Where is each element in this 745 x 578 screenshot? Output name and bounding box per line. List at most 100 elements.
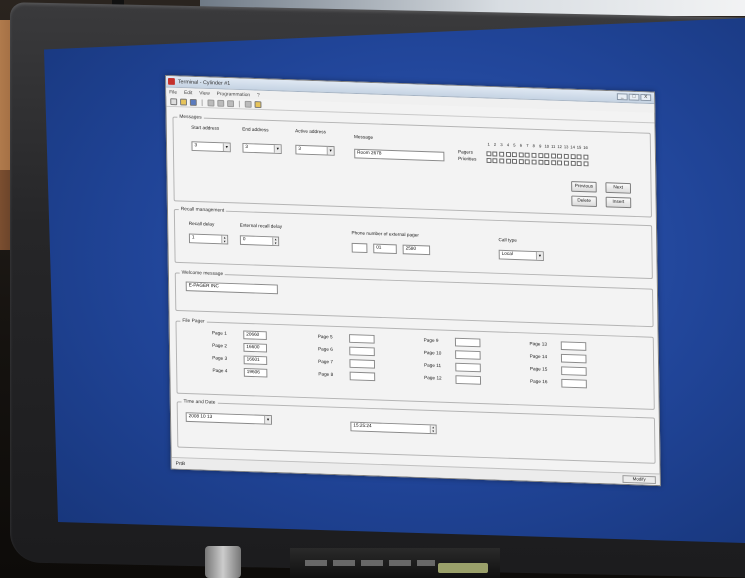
pager-checkbox[interactable] (524, 152, 530, 158)
minimize-button[interactable]: _ (616, 93, 628, 101)
menu-programmation[interactable]: Programmation (217, 91, 251, 98)
pager-checkbox[interactable] (531, 152, 537, 158)
chevron-down-icon[interactable]: ▼ (326, 146, 334, 155)
pager-checkbox[interactable] (563, 153, 569, 159)
cut-icon[interactable] (207, 99, 215, 107)
chevron-down-icon[interactable]: ▼ (222, 143, 230, 152)
recall-delay-input[interactable]: 1 ▲ ▼ (188, 233, 229, 245)
phone-part-1-input[interactable] (351, 242, 368, 254)
page-input[interactable]: 19606 (243, 368, 268, 378)
page-input[interactable] (455, 362, 481, 373)
pager-checkbox[interactable] (550, 153, 556, 159)
page-label: Page 11 (423, 363, 442, 369)
priority-checkbox[interactable] (550, 160, 556, 166)
page-label: Page 5 (317, 334, 333, 341)
page-input[interactable]: 16600 (243, 343, 268, 353)
spinner-icon[interactable]: ▲ ▼ (272, 237, 279, 246)
date-select[interactable]: 2008 10 13 ▼ (185, 412, 273, 425)
chevron-down-icon[interactable]: ▼ (273, 145, 281, 153)
chevron-down-icon[interactable]: ▼ (264, 415, 272, 424)
menu-edit[interactable]: Edit (184, 90, 193, 96)
insert-button[interactable]: Insert (605, 196, 632, 209)
menu-view[interactable]: View (199, 90, 210, 96)
start-address-select[interactable]: 3 ▼ (191, 141, 231, 153)
end-address-value: 3 (245, 145, 249, 150)
page-input[interactable] (560, 353, 587, 364)
print-icon[interactable] (244, 100, 252, 108)
page-input[interactable] (349, 346, 375, 357)
end-address-select[interactable]: 3 ▼ (242, 143, 282, 154)
maximize-button[interactable]: □ (628, 93, 640, 101)
paste-icon[interactable] (227, 99, 235, 107)
call-type-select[interactable]: Local ▼ (498, 249, 544, 261)
message-input[interactable]: Room 2678 (354, 148, 445, 162)
priority-checkbox[interactable] (518, 159, 524, 165)
welcome-message-input[interactable]: E-PAGER INC (185, 281, 278, 295)
new-icon[interactable] (170, 97, 178, 105)
priority-checkbox[interactable] (499, 158, 505, 164)
menu-help[interactable]: ? (257, 92, 260, 98)
priority-checkbox[interactable] (531, 159, 537, 165)
copy-icon[interactable] (217, 99, 225, 107)
spinner-icon[interactable]: ▲ ▼ (221, 235, 228, 244)
priority-checkbox[interactable] (583, 161, 589, 167)
pager-checkbox[interactable] (583, 154, 589, 160)
external-recall-delay-input[interactable]: 0 ▲ ▼ (239, 235, 280, 247)
priority-checkbox[interactable] (505, 158, 511, 164)
page-label: Page 15 (529, 367, 548, 373)
next-button[interactable]: Next (605, 182, 632, 194)
priority-checkbox[interactable] (557, 160, 563, 166)
pager-checkbox[interactable] (486, 151, 492, 157)
pager-checkbox[interactable] (576, 154, 582, 160)
page-input[interactable] (454, 337, 481, 348)
toolbar-separator (238, 100, 240, 107)
page-input[interactable]: 16601 (243, 355, 268, 366)
priority-checkbox[interactable] (525, 159, 531, 165)
priority-checkbox[interactable] (492, 158, 498, 164)
spinner-icon[interactable]: ▲ ▼ (429, 425, 436, 434)
page-input[interactable] (561, 378, 587, 389)
delete-button[interactable]: Delete (571, 195, 597, 207)
pager-checkbox[interactable] (518, 152, 524, 158)
priority-checkbox[interactable] (544, 160, 550, 165)
chevron-down-icon[interactable]: ▼ (535, 252, 543, 260)
recall-delay-value: 1 (191, 235, 195, 241)
priority-checkbox[interactable] (486, 158, 492, 164)
page-input[interactable]: 20660 (243, 330, 267, 340)
pager-checkbox[interactable] (570, 154, 576, 160)
page-input[interactable] (455, 375, 482, 385)
save-icon[interactable] (189, 98, 197, 106)
message-label: Message (353, 135, 374, 141)
priority-checkbox[interactable] (538, 159, 543, 165)
page-input[interactable] (560, 341, 587, 351)
pager-checkbox[interactable] (544, 153, 550, 159)
pager-checkbox[interactable] (512, 152, 518, 158)
priority-checkbox[interactable] (512, 158, 518, 164)
pager-checkbox[interactable] (499, 151, 505, 157)
previous-button[interactable]: Previous (571, 181, 597, 193)
page-label: Page 9 (423, 338, 439, 344)
phone-part-2-input[interactable]: 01 (373, 243, 397, 255)
page-label: Page 12 (424, 376, 442, 382)
page-input[interactable] (561, 366, 587, 376)
help-icon[interactable] (254, 100, 262, 108)
page-input[interactable] (349, 334, 375, 344)
page-input[interactable] (455, 350, 481, 360)
menu-file[interactable]: File (169, 89, 177, 95)
phone-part-3-input[interactable]: 2580 (402, 244, 431, 256)
pager-checkbox[interactable] (492, 151, 498, 157)
page-input[interactable] (349, 359, 376, 369)
priorities-label: Priorities (458, 157, 477, 163)
priority-checkbox[interactable] (563, 160, 569, 166)
priority-checkbox[interactable] (570, 160, 576, 166)
pager-checkbox[interactable] (505, 151, 511, 157)
page-input[interactable] (349, 371, 376, 382)
time-input[interactable]: 15:25:24 ▲ ▼ (350, 421, 437, 435)
active-address-select[interactable]: 3 ▼ (295, 144, 335, 156)
pager-checkbox[interactable] (537, 153, 543, 159)
pager-checkbox[interactable] (557, 153, 563, 159)
open-folder-icon[interactable] (180, 98, 187, 106)
close-button[interactable]: X (640, 94, 652, 102)
connector-plug (205, 546, 241, 578)
priority-checkbox[interactable] (576, 161, 582, 167)
